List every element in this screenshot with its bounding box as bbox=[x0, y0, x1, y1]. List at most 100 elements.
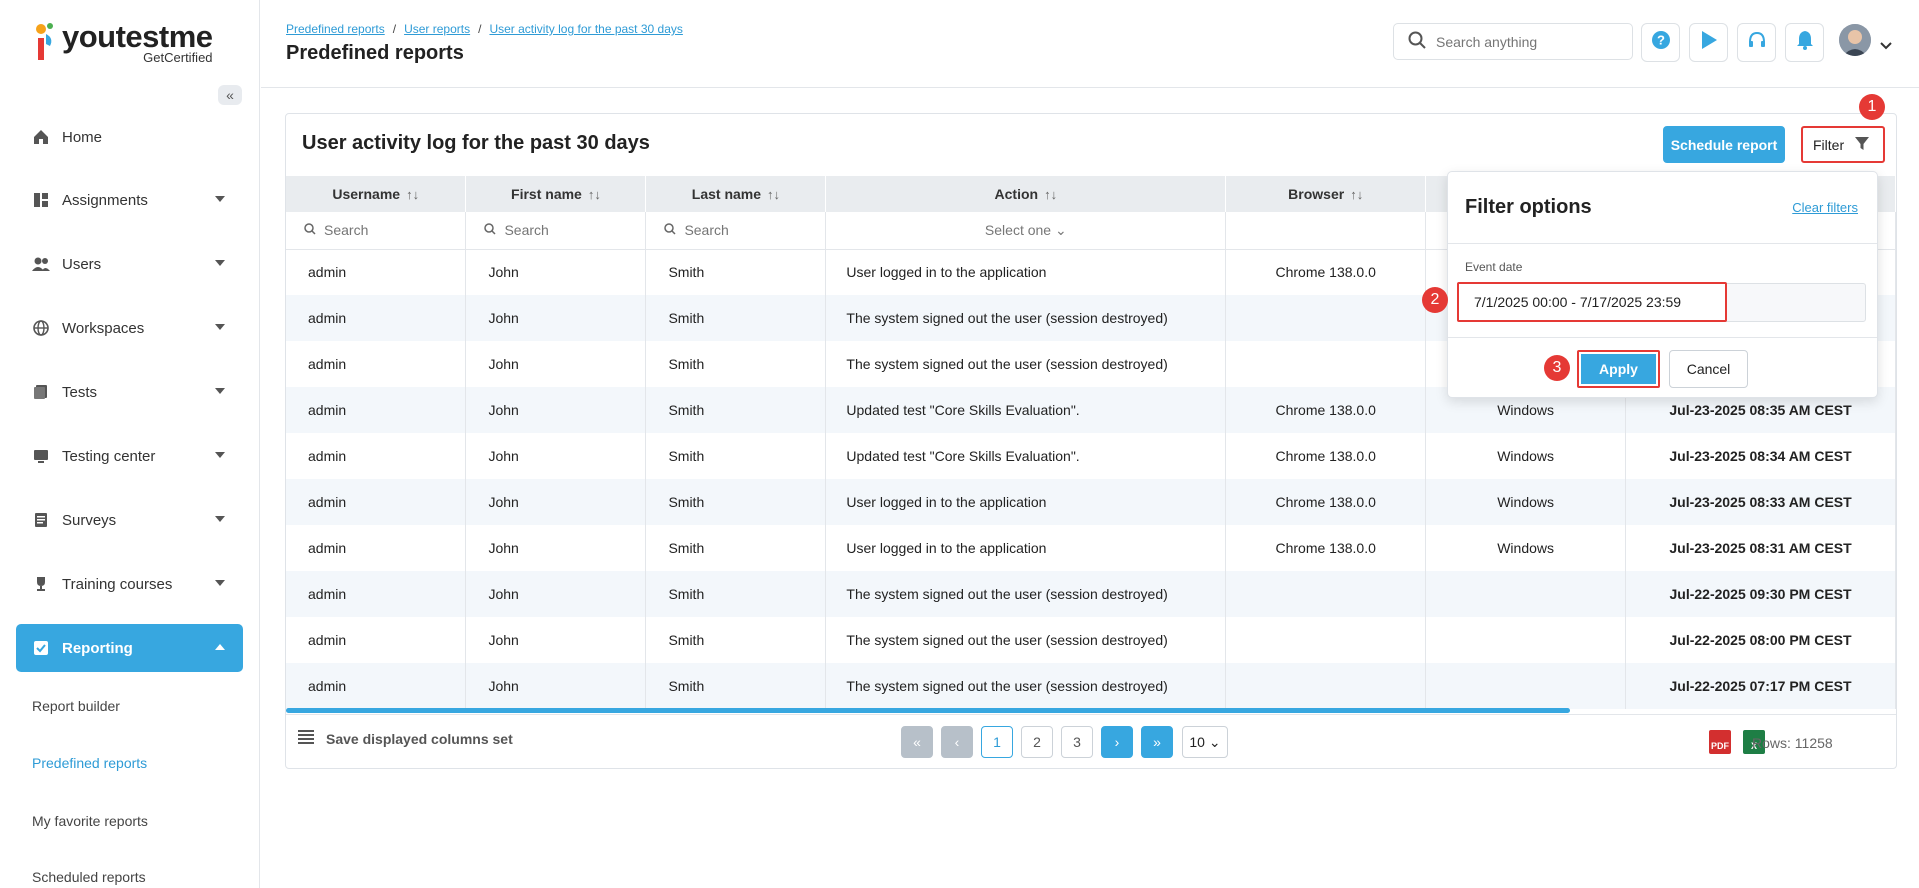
notifications-button[interactable] bbox=[1785, 23, 1824, 62]
chevron-down-icon bbox=[215, 452, 225, 458]
table-cell: Smith bbox=[645, 571, 827, 617]
search-icon bbox=[304, 222, 316, 238]
filter-button[interactable]: Filter bbox=[1801, 126, 1885, 163]
horizontal-scrollbar[interactable] bbox=[286, 708, 1570, 713]
user-avatar[interactable] bbox=[1839, 24, 1871, 56]
first-page-button[interactable]: « bbox=[901, 726, 933, 758]
sidebar-item-label: Home bbox=[62, 128, 103, 146]
table-row[interactable]: admin John Smith User logged in to the appl… bbox=[286, 479, 1896, 525]
page-button-3[interactable]: 3 bbox=[1061, 726, 1093, 758]
previous-page-button[interactable]: ‹ bbox=[941, 726, 973, 758]
export-pdf-icon[interactable]: PDF bbox=[1709, 730, 1731, 754]
sidebar-item-testing-center[interactable]: Testing center bbox=[16, 432, 243, 480]
sidebar-subitem-my-favorite-reports[interactable]: My favorite reports bbox=[32, 813, 148, 829]
table-row[interactable]: admin John Smith The system signed out the … bbox=[286, 663, 1896, 709]
browser-filter bbox=[1225, 212, 1427, 250]
table-row[interactable]: admin John Smith Updated test "Core Skills … bbox=[286, 433, 1896, 479]
sidebar-subitem-predefined-reports[interactable]: Predefined reports bbox=[32, 755, 147, 771]
table-cell: Smith bbox=[645, 663, 827, 709]
first-name-filter[interactable] bbox=[465, 212, 647, 250]
next-page-button[interactable]: › bbox=[1101, 726, 1133, 758]
breadcrumb-link-predefined-reports[interactable]: Predefined reports bbox=[286, 22, 385, 36]
chevron-right-icon: › bbox=[1114, 734, 1120, 750]
sidebar-subitem-report-builder[interactable]: Report builder bbox=[32, 698, 120, 714]
table-cell: admin bbox=[286, 295, 467, 341]
sort-icon[interactable]: ↑↓ bbox=[406, 187, 419, 202]
table-cell: admin bbox=[286, 341, 467, 387]
clear-filters-link[interactable]: Clear filters bbox=[1792, 200, 1858, 215]
table-cell: Chrome 138.0.0 bbox=[1225, 479, 1427, 525]
page-button-2[interactable]: 2 bbox=[1021, 726, 1053, 758]
sidebar-item-tests[interactable]: Tests bbox=[16, 368, 243, 416]
table-cell: admin bbox=[286, 663, 467, 709]
table-cell: Smith bbox=[645, 387, 827, 433]
table-cell bbox=[1225, 295, 1427, 341]
schedule-report-button[interactable]: Schedule report bbox=[1663, 126, 1785, 163]
users-icon bbox=[32, 255, 50, 273]
chevron-down-icon[interactable] bbox=[1880, 37, 1892, 55]
sort-icon[interactable]: ↑↓ bbox=[588, 187, 601, 202]
table-cell: Smith bbox=[645, 341, 827, 387]
search-input[interactable] bbox=[324, 222, 434, 239]
sidebar-item-assignments[interactable]: Assignments bbox=[16, 176, 243, 224]
youtestme-logo[interactable]: youtestme GetCertified bbox=[34, 20, 213, 72]
sidebar: youtestme GetCertified « Home Assignment… bbox=[0, 0, 260, 888]
help-button[interactable]: ? bbox=[1641, 23, 1680, 62]
search-input[interactable] bbox=[684, 222, 795, 239]
play-icon bbox=[1700, 30, 1718, 55]
sort-icon[interactable]: ↑↓ bbox=[1350, 187, 1363, 202]
last-page-button[interactable]: » bbox=[1141, 726, 1173, 758]
top-bar: Predefined reports / User reports / User act… bbox=[261, 0, 1919, 88]
sidebar-item-reporting[interactable]: Reporting bbox=[16, 624, 243, 672]
sidebar-item-label: Workspaces bbox=[62, 319, 145, 337]
table-row[interactable]: admin John Smith The system signed out the … bbox=[286, 571, 1896, 617]
play-tutorial-button[interactable] bbox=[1689, 23, 1728, 62]
breadcrumb-link-current-report[interactable]: User activity log for the past 30 days bbox=[489, 22, 682, 36]
sort-icon[interactable]: ↑↓ bbox=[1044, 187, 1057, 202]
page-size-select[interactable]: 10 ⌄ bbox=[1182, 726, 1228, 758]
username-filter[interactable] bbox=[286, 212, 467, 250]
action-filter-select[interactable]: Select one ⌄ bbox=[825, 212, 1227, 250]
table-footer: Save displayed columns set « ‹ 1 2 3 › »… bbox=[286, 714, 1896, 768]
sidebar-item-home[interactable]: Home bbox=[16, 113, 243, 161]
column-header-last-name[interactable]: Last name ↑↓ bbox=[645, 176, 827, 212]
table-row[interactable]: admin John Smith The system signed out the … bbox=[286, 617, 1896, 663]
table-cell bbox=[1425, 571, 1627, 617]
sidebar-subitem-scheduled-reports[interactable]: Scheduled reports bbox=[32, 869, 146, 885]
search-input[interactable] bbox=[504, 222, 615, 239]
table-cell: Smith bbox=[645, 617, 827, 663]
table-cell bbox=[1225, 341, 1427, 387]
support-button[interactable] bbox=[1737, 23, 1776, 62]
globe-icon bbox=[32, 319, 50, 337]
column-header-action[interactable]: Action ↑↓ bbox=[825, 176, 1227, 212]
sidebar-item-training-courses[interactable]: Training courses bbox=[16, 560, 243, 608]
sidebar-item-workspaces[interactable]: Workspaces bbox=[16, 304, 243, 352]
collapse-sidebar-button[interactable]: « bbox=[218, 85, 242, 105]
save-columns-button[interactable]: Save displayed columns set bbox=[298, 730, 513, 747]
sort-icon[interactable]: ↑↓ bbox=[767, 187, 780, 202]
breadcrumb-link-user-reports[interactable]: User reports bbox=[404, 22, 470, 36]
assignments-icon bbox=[32, 191, 50, 209]
search-input[interactable] bbox=[1436, 33, 1616, 50]
column-header-first-name[interactable]: First name ↑↓ bbox=[465, 176, 647, 212]
cancel-button[interactable]: Cancel bbox=[1669, 350, 1748, 388]
column-header-username[interactable]: Username ↑↓ bbox=[286, 176, 467, 212]
event-date-input[interactable]: 7/1/2025 00:00 - 7/17/2025 23:59 bbox=[1457, 282, 1727, 322]
sidebar-item-surveys[interactable]: Surveys bbox=[16, 496, 243, 544]
column-header-browser[interactable]: Browser ↑↓ bbox=[1225, 176, 1427, 212]
table-cell: Jul-22-2025 07:17 PM CEST bbox=[1625, 663, 1896, 709]
chevron-left-icon: ‹ bbox=[954, 734, 960, 750]
apply-button[interactable]: Apply bbox=[1577, 350, 1660, 388]
table-row[interactable]: admin John Smith User logged in to the appl… bbox=[286, 525, 1896, 571]
last-name-filter[interactable] bbox=[645, 212, 827, 250]
chevron-down-icon: ⌄ bbox=[1208, 733, 1221, 750]
page-button-1[interactable]: 1 bbox=[981, 726, 1013, 758]
table-cell bbox=[1425, 663, 1627, 709]
global-search[interactable] bbox=[1393, 23, 1633, 60]
table-cell: Jul-23-2025 08:33 AM CEST bbox=[1625, 479, 1896, 525]
table-cell bbox=[1225, 571, 1427, 617]
table-cell: Chrome 138.0.0 bbox=[1225, 387, 1427, 433]
table-cell: admin bbox=[286, 617, 467, 663]
sidebar-item-label: Users bbox=[62, 255, 102, 273]
sidebar-item-users[interactable]: Users bbox=[16, 240, 243, 288]
